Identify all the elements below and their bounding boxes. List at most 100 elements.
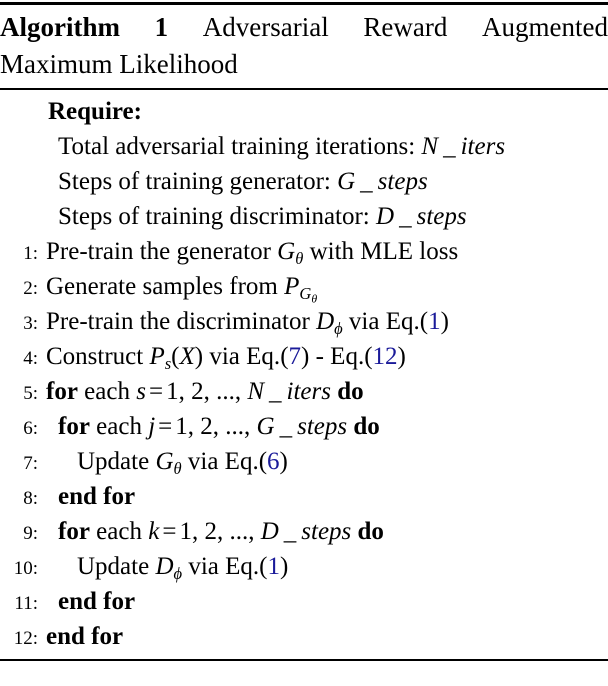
keyword: for — [58, 413, 90, 440]
require-item-text: Total adversarial training iterations: — [58, 133, 422, 160]
algorithm-step: 8: end for — [0, 479, 608, 514]
step-text: Pre-train the discriminator — [46, 308, 317, 335]
step-content: for each s = 1, 2, ..., N _ iters do — [46, 374, 608, 409]
math-base: G — [155, 448, 174, 475]
keyword: for — [46, 378, 78, 405]
require-heading-line: Require: — [0, 94, 608, 129]
line-number: 5: — [23, 383, 38, 404]
equation-number[interactable]: 7 — [289, 343, 302, 370]
equals-sign: = — [148, 378, 164, 405]
step-text: each — [77, 378, 137, 405]
algorithm-step: 6: for each j = 1, 2, ..., G _ steps do — [0, 409, 608, 444]
range-ellipsis: ... — [229, 518, 249, 545]
math-identifier: D _ steps — [376, 203, 467, 230]
math-base: N — [421, 133, 439, 160]
line-number: 7: — [23, 453, 38, 474]
line-number: 11: — [14, 593, 38, 614]
keyword: end for — [58, 483, 136, 510]
algorithm-step: 1: Pre-train the generator Gθ with MLE lo… — [0, 234, 608, 269]
keyword: do — [353, 413, 380, 440]
open-paren: ( — [258, 448, 268, 475]
step-text: Update — [77, 448, 156, 475]
rule-bottom — [0, 659, 608, 661]
comma: , — [178, 378, 192, 405]
algorithm-block: Algorithm 1 Adversarial Reward Augmented… — [0, 2, 608, 686]
equals-sign: = — [162, 518, 177, 545]
math-underscore: _ — [394, 203, 417, 230]
math-underscore: _ — [438, 133, 461, 160]
line-number: 10: — [13, 558, 38, 579]
equals-sign: = — [158, 413, 173, 440]
step-content: end for — [46, 619, 608, 654]
range-from: 1 — [166, 378, 179, 405]
comma: , — [244, 413, 257, 440]
comma: , — [187, 413, 201, 440]
step-content: end for — [46, 479, 608, 514]
equation-number[interactable]: 1 — [428, 308, 441, 335]
step-content: end for — [46, 584, 608, 619]
require-item-content: Steps of training generator: G _ steps — [46, 164, 608, 199]
range-ellipsis: ... — [216, 378, 235, 405]
algorithm-step: 5: for each s = 1, 2, ..., N _ iters do — [0, 374, 608, 409]
math-range: k = 1, 2, ..., D _ steps — [148, 518, 351, 545]
equation-number[interactable]: 1 — [267, 553, 280, 580]
close-paren: ) — [397, 343, 406, 370]
comma: , — [234, 378, 248, 405]
algorithm-number: 1 — [154, 12, 169, 42]
range-second: 2 — [204, 518, 217, 545]
line-number: 6: — [23, 418, 38, 439]
algorithm-title: Algorithm 1 Adversarial Reward Augmented… — [0, 5, 608, 85]
comma: , — [212, 413, 226, 440]
math-subword: steps — [301, 518, 352, 545]
line-number: 12: — [13, 628, 38, 649]
keyword: do — [337, 378, 364, 405]
math-identifier: N _ iters — [421, 133, 505, 160]
close-paren: ) — [194, 343, 204, 370]
require-items: Total adversarial training iterations: N… — [0, 129, 608, 234]
math-identifier: Gθ — [277, 238, 303, 268]
math-subword: steps — [297, 413, 348, 440]
math-subscript-base: G — [299, 284, 312, 304]
range-ellipsis: ... — [225, 413, 245, 440]
comma: , — [216, 518, 230, 545]
math-base: G — [337, 168, 356, 195]
require-item-content: Steps of training discriminator: D _ ste… — [46, 199, 608, 234]
step-text: each — [89, 518, 149, 545]
range-variable: k — [148, 518, 160, 545]
math-base: G — [277, 238, 296, 265]
algorithm-step: 12: end for — [0, 619, 608, 654]
line-number: 1: — [23, 243, 38, 264]
equation-number[interactable]: 12 — [373, 343, 398, 370]
math-identifier: Gθ — [155, 448, 181, 478]
equation-number[interactable]: 6 — [267, 448, 280, 475]
step-text: Update — [77, 553, 156, 580]
require-item: Steps of training discriminator: D _ ste… — [0, 199, 608, 234]
math-identifier: Dϕ — [316, 308, 343, 338]
close-paren: ) — [440, 308, 449, 335]
close-paren: ) — [279, 448, 288, 475]
step-text: via Eq. — [181, 448, 259, 475]
math-subword: iters — [460, 133, 506, 160]
range-second: 2 — [191, 378, 204, 405]
step-text: Generate samples from — [46, 273, 285, 300]
algorithm-body: Require: Total adversarial training iter… — [0, 90, 608, 654]
line-number: 4: — [23, 348, 38, 369]
step-text: via Eq. — [342, 308, 420, 335]
keyword: end for — [46, 623, 124, 650]
equation-reference: (12) — [364, 343, 406, 370]
open-paren: ( — [280, 343, 289, 370]
math-range: j = 1, 2, ..., G _ steps — [148, 413, 347, 440]
require-item-content: Total adversarial training iterations: N… — [46, 129, 608, 164]
equation-reference: (1) — [259, 553, 288, 580]
algorithm-steps: 1: Pre-train the generator Gθ with MLE lo… — [0, 234, 608, 654]
range-from: 1 — [179, 518, 192, 545]
step-text: each — [89, 413, 149, 440]
math-range: s = 1, 2, ..., N _ iters — [136, 378, 331, 405]
algorithm-step: 10: Update Dϕ via Eq.(1) — [0, 549, 608, 584]
step-text: via Eq. — [182, 553, 260, 580]
line-number: 9: — [23, 523, 38, 544]
algorithm-label: Algorithm — [0, 12, 120, 42]
math-underscore: _ — [264, 378, 287, 405]
math-base: P — [284, 273, 300, 300]
math-underscore: _ — [355, 168, 378, 195]
